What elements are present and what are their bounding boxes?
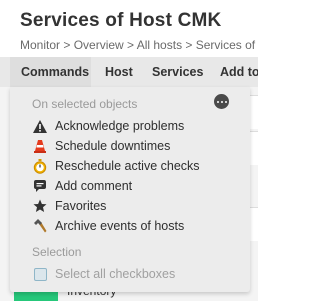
reschedule-checks-item[interactable]: Reschedule active checks (32, 157, 232, 175)
hammer-icon (32, 218, 48, 234)
archive-events-label: Archive events of hosts (55, 219, 185, 233)
more-options-icon[interactable] (214, 94, 229, 109)
favorites-item[interactable]: Favorites (32, 197, 232, 215)
stopwatch-icon (32, 158, 48, 174)
section-selection: Selection (32, 245, 82, 259)
add-comment-label: Add comment (55, 179, 133, 193)
schedule-downtimes-label: Schedule downtimes (55, 139, 171, 153)
speech-bubble-icon (32, 178, 48, 194)
schedule-downtimes-item[interactable]: Schedule downtimes (32, 137, 232, 155)
reschedule-checks-label: Reschedule active checks (55, 159, 200, 173)
archive-events-item[interactable]: Archive events of hosts (32, 217, 232, 235)
page-header: Services of Host CMK Monitor > Overview … (0, 0, 258, 57)
breadcrumb[interactable]: Monitor > Overview > All hosts > Service… (20, 38, 258, 52)
acknowledge-problems-item[interactable]: Acknowledge problems (32, 117, 232, 135)
star-icon (32, 198, 48, 214)
menu-add-to[interactable]: Add to (220, 65, 258, 79)
warning-triangle-icon (32, 118, 48, 134)
checkbox-icon (32, 266, 48, 282)
commands-dropdown: On selected objects Acknowledge problems… (10, 87, 250, 292)
add-comment-item[interactable]: Add comment (32, 177, 232, 195)
menu-services[interactable]: Services (152, 65, 203, 79)
select-all-checkboxes-label: Select all checkboxes (55, 267, 176, 281)
traffic-cone-icon (32, 138, 48, 154)
page-menu-bar: Commands Host Services Add to (0, 57, 258, 87)
acknowledge-problems-label: Acknowledge problems (55, 119, 185, 133)
section-on-selected-objects: On selected objects (32, 97, 138, 111)
menu-host[interactable]: Host (105, 65, 133, 79)
page-title: Services of Host CMK (20, 10, 222, 31)
favorites-label: Favorites (55, 199, 107, 213)
menu-commands[interactable]: Commands (10, 57, 91, 87)
select-all-checkboxes-item[interactable]: Select all checkboxes (32, 265, 232, 283)
